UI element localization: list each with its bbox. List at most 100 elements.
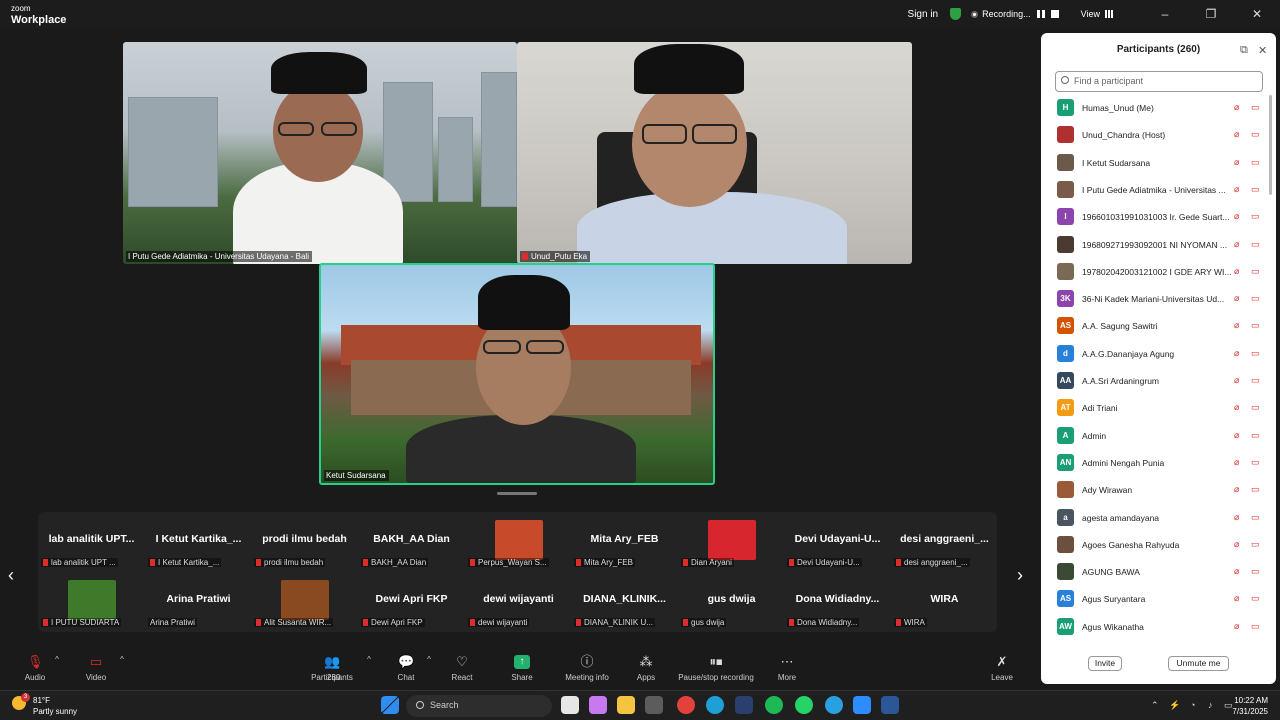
participant-row[interactable]: Unud_Chandra (Host) ⌀ ▭ <box>1041 122 1267 149</box>
volume-icon[interactable]: ♪ <box>1208 700 1213 710</box>
gallery-next-arrow[interactable]: › <box>1017 565 1023 586</box>
participant-row[interactable]: 3K 36-Ni Kadek Mariani-Universitas Ud... ⌀… <box>1041 286 1267 313</box>
tile-label: I PUTU SUDIARTA <box>51 618 120 627</box>
edge-icon[interactable] <box>706 696 724 714</box>
tile-name: WIRA <box>930 593 959 605</box>
video-options-caret[interactable]: ^ <box>117 655 127 664</box>
restore-button[interactable]: ❐ <box>1188 7 1234 21</box>
mic-muted-icon <box>576 559 581 567</box>
spotify-icon[interactable] <box>765 696 783 714</box>
meeting-toolbar: 🎙 Audio ^ ▭ Video ^ 👥260 Participants ^ 💬 Ch… <box>0 645 1038 690</box>
zoom-window: zoom Workplace Sign in Recording... View… <box>0 0 1280 720</box>
sign-in-link[interactable]: Sign in <box>908 9 939 20</box>
close-icon[interactable]: ✕ <box>1258 44 1267 57</box>
participant-row[interactable]: I 196601031991031003 Ir. Gede Suart... ⌀ ▭ <box>1041 204 1267 231</box>
stop-icon[interactable] <box>1050 10 1059 18</box>
leave-icon: ✗ <box>996 654 1008 669</box>
video-tile-putu-eka[interactable]: Unud_Putu Eka <box>517 42 912 264</box>
participant-row[interactable]: d A.A.G.Dananjaya Agung ⌀ ▭ <box>1041 341 1267 368</box>
participant-row[interactable]: I Ketut Sudarsana ⌀ ▭ <box>1041 150 1267 177</box>
pause-icon[interactable] <box>1036 10 1045 18</box>
resize-handle[interactable] <box>497 492 537 495</box>
participant-row[interactable]: Agoes Ganesha Rahyuda ⌀ ▭ <box>1041 532 1267 559</box>
participant-row[interactable]: A Admin ⌀ ▭ <box>1041 423 1267 450</box>
unmute-me-button[interactable]: Unmute me <box>1168 656 1229 671</box>
gallery-tile[interactable]: Arina Pratiwi Arina Pratiwi <box>145 574 252 631</box>
scrollbar[interactable] <box>1269 95 1272 195</box>
app-icon[interactable] <box>735 696 753 714</box>
participant-row[interactable]: AS Agus Suryantara ⌀ ▭ <box>1041 586 1267 613</box>
avatar <box>1057 262 1074 280</box>
camera-off-icon: ▭ <box>1251 620 1260 631</box>
gallery-tile[interactable]: Perpus_Wayan S... <box>465 514 572 571</box>
gallery-tile[interactable]: lab analitik UPT... lab analitik UPT ... <box>38 514 145 571</box>
close-window-button[interactable]: ✕ <box>1234 7 1280 21</box>
wifi-icon[interactable]: ◔ <box>1190 700 1195 710</box>
chrome-icon[interactable] <box>677 696 695 714</box>
share-icon: ↑ <box>514 655 530 669</box>
gallery-tile[interactable]: gus dwija gus dwija <box>678 574 785 631</box>
grid-icon <box>1105 10 1114 18</box>
popout-icon[interactable]: ⧉ <box>1240 44 1248 57</box>
windows-start-icon[interactable] <box>381 696 399 714</box>
gallery-tile[interactable]: Dian Aryani <box>678 514 785 571</box>
mic-muted-icon: 🎙 <box>27 654 44 669</box>
invite-button[interactable]: Invite <box>1088 656 1122 671</box>
store-icon[interactable] <box>645 696 663 714</box>
gallery-prev-arrow[interactable]: ‹ <box>8 565 14 586</box>
participant-row[interactable]: 197802042003121002 I GDE ARY WI... ⌀ ▭ <box>1041 259 1267 286</box>
leave-button[interactable]: ✗ Leave <box>967 654 1037 683</box>
tile-name: Dona Widiadny... <box>795 593 880 605</box>
gallery-tile[interactable]: BAKH_AA Dian BAKH_AA Dian <box>358 514 465 571</box>
share-button[interactable]: ↑ Share <box>487 655 557 682</box>
participant-row[interactable]: AS A.A. Sagung Sawitri ⌀ ▭ <box>1041 313 1267 340</box>
whatsapp-icon[interactable] <box>795 696 813 714</box>
gallery-tile[interactable]: Dona Widiadny... Dona Widiadny... <box>784 574 891 631</box>
gallery-tile[interactable]: desi anggraeni_... desi anggraeni_... <box>891 514 998 571</box>
battery-icon[interactable]: ▭ <box>1224 700 1233 711</box>
more-button[interactable]: ⋯ More <box>752 655 822 683</box>
network-icon[interactable]: ⚡ <box>1169 700 1180 711</box>
participant-row[interactable]: AA A.A.Sri Ardaningrum ⌀ ▭ <box>1041 368 1267 395</box>
participant-row[interactable]: 196809271993092001 NI NYOMAN ... ⌀ ▭ <box>1041 232 1267 259</box>
participant-row[interactable]: H Humas_Unud (Me) ⌀ ▭ <box>1041 95 1267 122</box>
telegram-icon[interactable] <box>825 696 843 714</box>
gallery-tile[interactable]: DIANA_KLINIK... DIANA_KLINIK U... <box>571 574 678 631</box>
word-icon[interactable] <box>881 696 899 714</box>
gallery-tile[interactable]: prodi ilmu bedah prodi ilmu bedah <box>251 514 358 571</box>
gallery-tile[interactable]: Mita Ary_FEB Mita Ary_FEB <box>571 514 678 571</box>
participant-row[interactable]: AGUNG BAWA ⌀ ▭ <box>1041 559 1267 586</box>
tray-overflow-icon[interactable]: ⌃ <box>1151 700 1159 711</box>
task-view-icon[interactable] <box>561 696 579 714</box>
taskbar-search[interactable]: Search <box>406 695 552 717</box>
participant-row[interactable]: I Putu Gede Adiatmika - Universitas ... ⌀… <box>1041 177 1267 204</box>
video-tile-adiatmika[interactable]: I Putu Gede Adiatmika - Universitas Uday… <box>123 42 517 264</box>
view-button[interactable]: View <box>1081 9 1114 19</box>
gallery-tile[interactable]: Alit Susanta WIR... <box>251 574 358 631</box>
gallery-tile[interactable]: Devi Udayani-U... Devi Udayani-U... <box>784 514 891 571</box>
gallery-tile[interactable]: dewi wijayanti dewi wijayanti <box>465 574 572 631</box>
zoom-icon[interactable] <box>853 696 871 714</box>
participant-row[interactable]: AT Adi Triani ⌀ ▭ <box>1041 395 1267 422</box>
participants-button[interactable]: 👥260 Participants <box>297 655 367 683</box>
participant-photo <box>67 580 116 620</box>
system-clock[interactable]: 10:22 AM 7/31/2025 <box>1232 695 1268 717</box>
avatar: AN <box>1057 453 1074 471</box>
gallery-tile[interactable]: I PUTU SUDIARTA <box>38 574 145 631</box>
participant-search-input[interactable]: Find a participant <box>1055 71 1263 92</box>
participant-row[interactable]: a agesta amandayana ⌀ ▭ <box>1041 505 1267 532</box>
gallery-tile[interactable]: I Ketut Kartika_... I Ketut Kartika_... <box>145 514 252 571</box>
participant-row[interactable]: Ady Wirawan ⌀ ▭ <box>1041 477 1267 504</box>
minimize-button[interactable]: – <box>1142 7 1188 21</box>
participant-row[interactable]: AN Admini Nengah Punia ⌀ ▭ <box>1041 450 1267 477</box>
copilot-icon[interactable] <box>589 696 607 714</box>
video-tile-ketut-sudarsana[interactable]: Ketut Sudarsana <box>319 263 715 485</box>
record-button[interactable]: ⏸⏹ Pause/stop recording <box>671 655 761 683</box>
mic-muted-icon <box>789 559 794 567</box>
tile-name: Arina Pratiwi <box>166 593 231 605</box>
gallery-tile[interactable]: WIRA WIRA <box>891 574 998 631</box>
shield-icon[interactable] <box>950 8 962 20</box>
file-explorer-icon[interactable] <box>617 696 635 714</box>
participant-row[interactable]: AW Agus Wikanatha ⌀ ▭ <box>1041 614 1267 641</box>
gallery-tile[interactable]: Dewi Apri FKP Dewi Apri FKP <box>358 574 465 631</box>
